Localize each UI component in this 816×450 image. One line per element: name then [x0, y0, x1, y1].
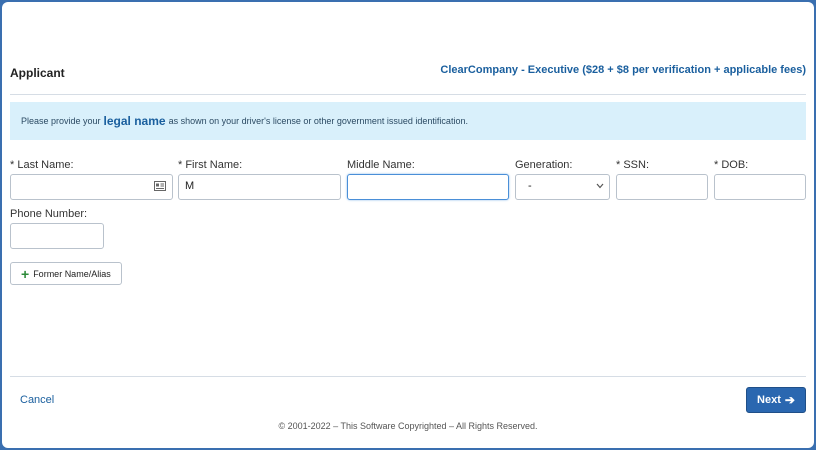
phone-label: Phone Number: [10, 208, 88, 220]
plus-icon: + [21, 265, 30, 282]
ssn-input[interactable] [616, 174, 708, 200]
next-label: Next [757, 394, 781, 406]
applicant-dialog: Applicant ClearCompany - Executive ($28 … [2, 2, 814, 448]
header: Applicant ClearCompany - Executive ($28 … [10, 62, 806, 95]
legal-name-notice: Please provide your legal name as shown … [10, 102, 806, 140]
middle-name-label: Middle Name: [347, 159, 415, 171]
add-former-name-label: Former Name/Alias [33, 268, 111, 279]
notice-suffix: as shown on your driver's license or oth… [168, 116, 468, 126]
copyright-text: © 2001-2022 – This Software Copyrighted … [278, 421, 538, 431]
add-former-name-button[interactable]: + Former Name/Alias [10, 262, 122, 285]
notice-emphasis: legal name [103, 114, 166, 128]
page-title: Applicant [10, 66, 65, 80]
last-name-input[interactable] [10, 174, 173, 200]
dob-input[interactable] [714, 174, 806, 200]
ssn-label: * SSN: [616, 159, 650, 171]
generation-label: Generation: [515, 159, 573, 171]
arrow-right-icon: ➔ [784, 393, 795, 407]
plan-label: ClearCompany - Executive ($28 + $8 per v… [440, 64, 806, 76]
phone-input[interactable] [10, 223, 104, 249]
notice-prefix: Please provide your [21, 116, 101, 126]
footer-divider [10, 376, 806, 377]
contact-card-icon[interactable] [154, 181, 166, 191]
middle-name-input[interactable] [347, 174, 509, 200]
generation-value: - [528, 180, 532, 192]
last-name-label: * Last Name: [10, 159, 74, 171]
chevron-down-icon [596, 183, 604, 189]
next-button[interactable]: Next ➔ [746, 387, 806, 413]
first-name-input[interactable]: M [178, 174, 341, 200]
cancel-link[interactable]: Cancel [20, 394, 54, 406]
generation-select[interactable]: - [515, 174, 610, 200]
dob-label: * DOB: [714, 159, 749, 171]
first-name-label: * First Name: [178, 159, 243, 171]
